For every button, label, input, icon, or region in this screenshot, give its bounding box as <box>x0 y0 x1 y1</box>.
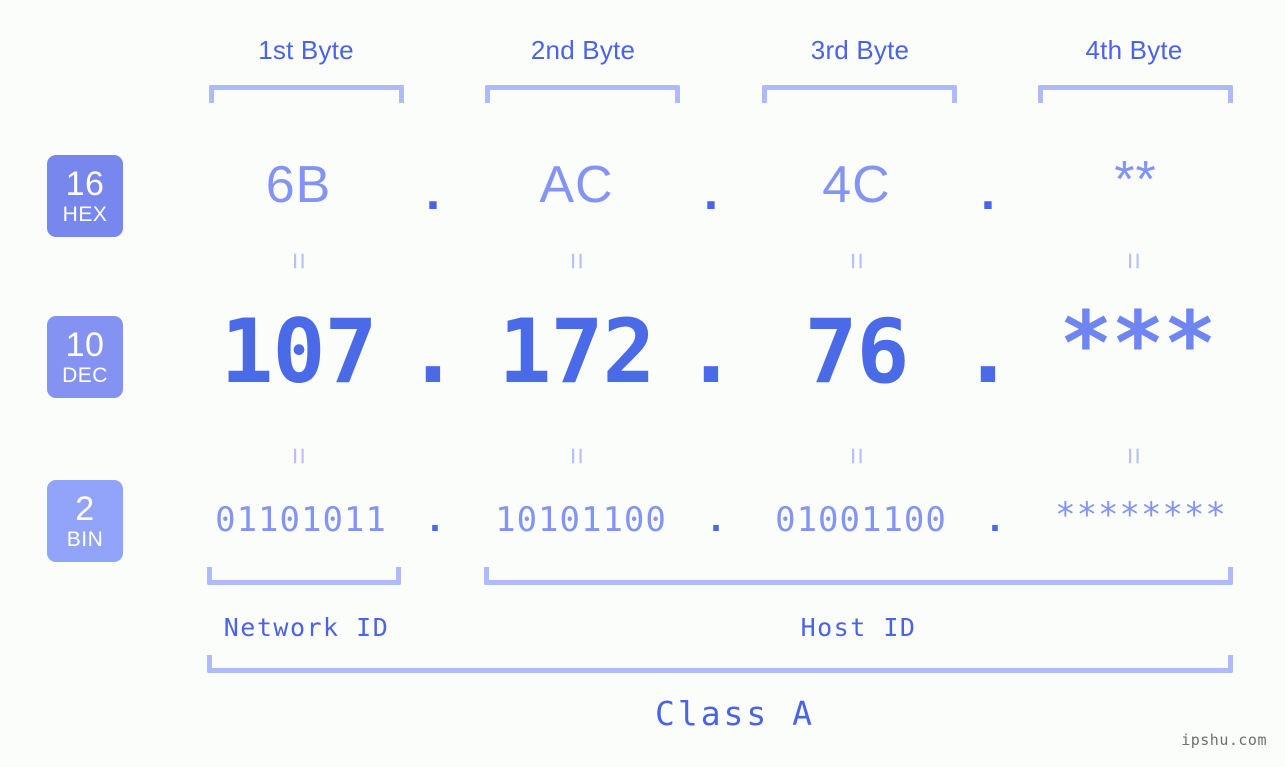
hex-separator-1: . <box>425 163 441 221</box>
bin-separator-2: . <box>705 500 727 540</box>
bin-byte-4-masked: ******** <box>1055 495 1227 535</box>
byte-header-2: 2nd Byte <box>530 35 636 65</box>
host-id-label: Host ID <box>800 613 917 642</box>
equals-separator-dec-bin-1: = <box>281 447 315 465</box>
hex-byte-1: 6B <box>265 156 332 214</box>
equals-separator-dec-bin-2: = <box>559 447 593 465</box>
byte-bracket-top-4 <box>1038 85 1233 103</box>
byte-header-3: 3rd Byte <box>810 35 910 65</box>
base-badge-hex: 16 HEX <box>47 155 123 237</box>
class-bracket <box>207 655 1233 673</box>
dec-byte-1: 107 <box>220 300 378 403</box>
equals-separator-hex-dec-3: = <box>839 252 873 270</box>
hex-separator-2: . <box>703 163 719 221</box>
network-id-label: Network ID <box>223 613 390 642</box>
bin-separator-1: . <box>424 500 446 540</box>
base-badge-dec: 10 DEC <box>47 316 123 398</box>
hex-byte-4-masked: ** <box>1114 151 1157 209</box>
hex-separator-3: . <box>980 163 996 221</box>
equals-separator-hex-dec-1: = <box>281 252 315 270</box>
dec-separator-3: . <box>961 300 1015 403</box>
dec-separator-1: . <box>406 300 460 403</box>
base-badge-bin: 2 BIN <box>47 480 123 562</box>
byte-bracket-top-1 <box>209 85 404 103</box>
byte-header-4: 4th Byte <box>1085 35 1183 65</box>
watermark: ipshu.com <box>1181 731 1267 749</box>
byte-bracket-top-3 <box>762 85 957 103</box>
byte-header-1: 1st Byte <box>258 35 354 65</box>
bin-separator-3: . <box>984 500 1006 540</box>
dec-byte-3: 76 <box>804 300 910 403</box>
network-id-bracket <box>207 567 401 585</box>
equals-separator-dec-bin-4: = <box>1116 447 1150 465</box>
dec-byte-2: 172 <box>498 300 656 403</box>
dec-separator-2: . <box>684 300 738 403</box>
host-id-bracket <box>484 567 1233 585</box>
equals-separator-dec-bin-3: = <box>839 447 873 465</box>
bin-byte-2: 10101100 <box>495 500 667 540</box>
hex-byte-2: AC <box>539 156 614 214</box>
hex-byte-3: 4C <box>822 156 891 214</box>
dec-byte-4-masked: *** <box>1059 292 1217 395</box>
base-badge-hex-number: 16 <box>65 165 105 203</box>
base-badge-dec-abbr: DEC <box>62 364 108 387</box>
equals-separator-hex-dec-2: = <box>559 252 593 270</box>
bin-byte-3: 01001100 <box>775 500 947 540</box>
base-badge-bin-number: 2 <box>75 490 95 528</box>
base-badge-dec-number: 10 <box>65 326 105 364</box>
equals-separator-hex-dec-4: = <box>1116 252 1150 270</box>
class-label: Class A <box>654 694 816 733</box>
base-badge-bin-abbr: BIN <box>66 528 104 551</box>
bin-byte-1: 01101011 <box>215 500 387 540</box>
byte-bracket-top-2 <box>485 85 680 103</box>
ip-breakdown-diagram: 1st Byte 2nd Byte 3rd Byte 4th Byte 16 H… <box>0 0 1285 767</box>
base-badge-hex-abbr: HEX <box>62 203 108 226</box>
